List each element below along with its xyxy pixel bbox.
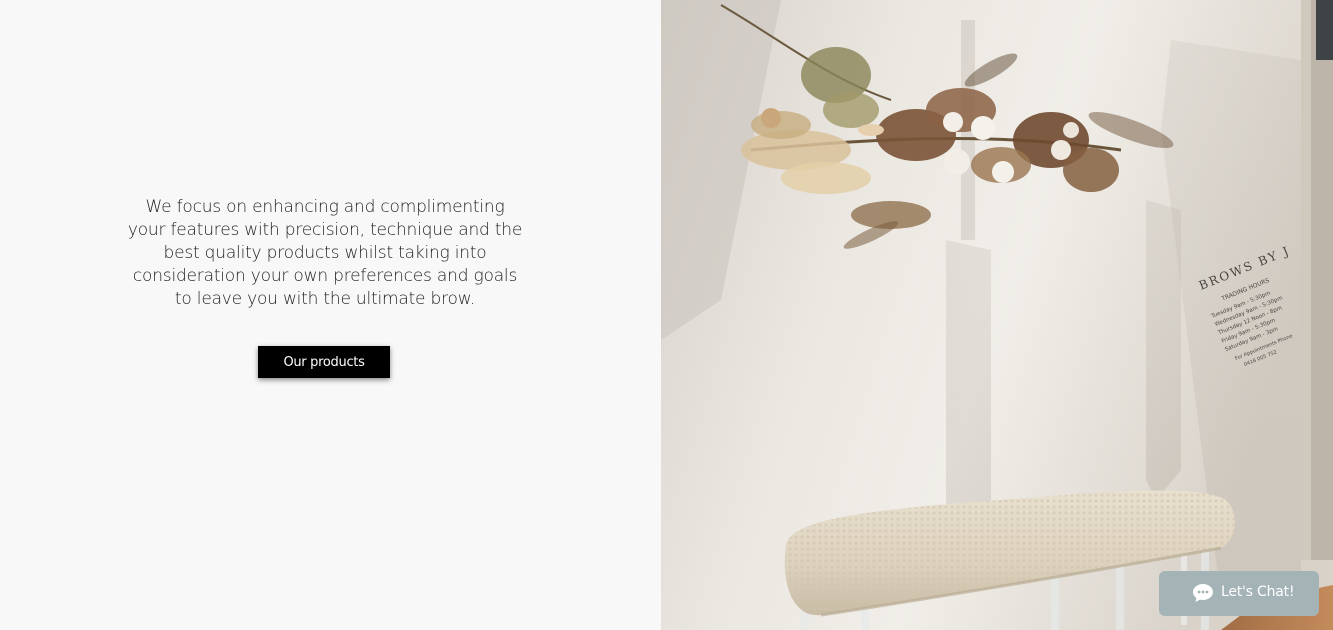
studio-photo: BROWS BY J TRADING HOURS Tuesday 9am - 5… <box>661 0 1333 630</box>
about-description: We focus on enhancing and complimenting … <box>127 197 523 309</box>
chat-bubble-icon <box>1193 584 1213 602</box>
about-section: We focus on enhancing and complimenting … <box>0 0 661 630</box>
studio-photo-illustration: BROWS BY J TRADING HOURS Tuesday 9am - 5… <box>661 0 1333 630</box>
lets-chat-button[interactable]: Let's Chat! <box>1159 571 1319 616</box>
chat-label: Let's Chat! <box>1221 584 1295 600</box>
page: We focus on enhancing and complimenting … <box>0 0 1333 630</box>
our-products-button[interactable]: Our products <box>258 346 390 378</box>
